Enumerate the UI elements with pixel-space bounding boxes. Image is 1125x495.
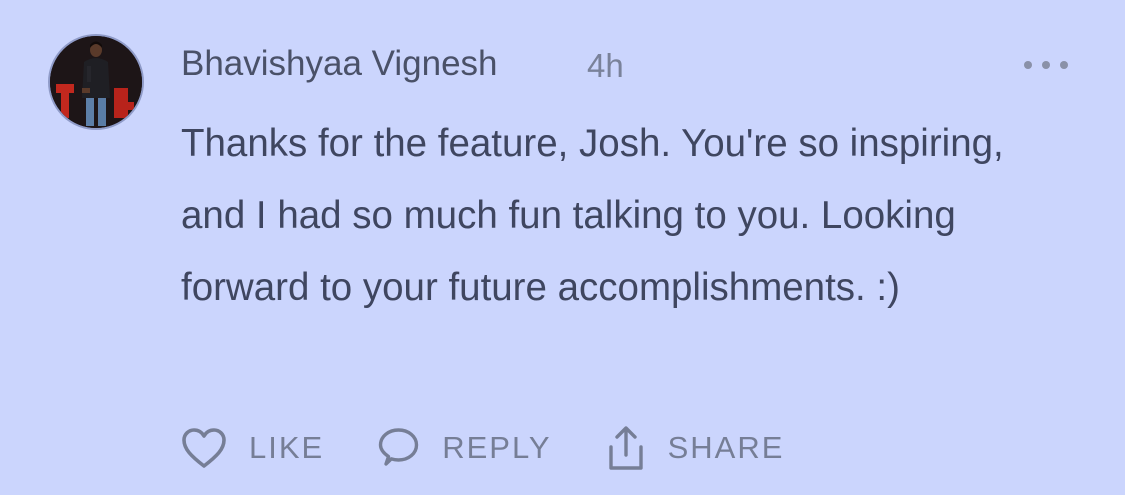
- like-label: LIKE: [249, 430, 325, 465]
- ellipsis-icon: [1024, 61, 1032, 69]
- share-button[interactable]: SHARE: [606, 425, 785, 471]
- comment-body: Thanks for the feature, Josh. You're so …: [181, 122, 1004, 309]
- avatar[interactable]: [48, 34, 144, 130]
- ellipsis-icon: [1042, 61, 1050, 69]
- comment-card: Bhavishyaa Vignesh 4h Thanks for the fea…: [0, 0, 1125, 495]
- speech-bubble-icon: [379, 428, 419, 466]
- reply-label: REPLY: [442, 430, 552, 465]
- avatar-photo-icon: [50, 36, 142, 128]
- comment-actions: LIKE REPLY SHARE: [181, 420, 784, 476]
- share-label: SHARE: [667, 430, 785, 465]
- ellipsis-icon: [1060, 61, 1068, 69]
- author-name[interactable]: Bhavishyaa Vignesh: [181, 42, 498, 86]
- heart-icon: [182, 428, 226, 468]
- timestamp: 4h: [587, 47, 624, 84]
- reply-button[interactable]: REPLY: [376, 426, 551, 470]
- like-button[interactable]: LIKE: [181, 427, 324, 469]
- more-options-button[interactable]: [1024, 52, 1068, 78]
- share-icon: [608, 426, 643, 470]
